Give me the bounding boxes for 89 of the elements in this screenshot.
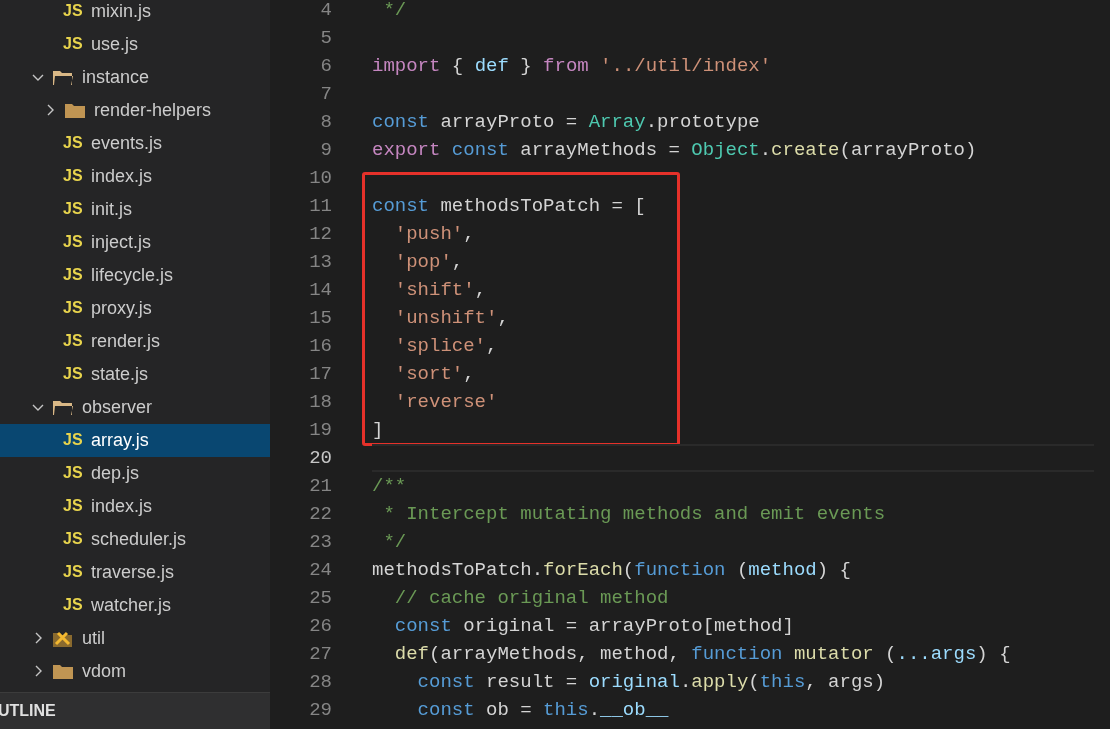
file-tree-item[interactable]: JS index.js [0, 490, 270, 523]
code-line: 'shift', [393, 279, 487, 301]
code-line: ] [372, 419, 384, 441]
line-number: 24 [308, 558, 332, 583]
code-line: // cache original method [393, 587, 669, 609]
line-number: 15 [308, 306, 332, 331]
file-tree-item[interactable]: JS scheduler.js [0, 523, 270, 556]
js-file-label: JS [63, 3, 83, 19]
line-number: 10 [308, 166, 332, 191]
js-file-label: JS [63, 333, 83, 349]
code-line: export const arrayMethods = Object.create(arrayProto) [372, 139, 977, 161]
line-number: 17 [308, 362, 332, 387]
js-file-label: JS [63, 201, 83, 217]
js-file-label: JS [63, 366, 83, 382]
line-number: 12 [308, 222, 332, 247]
code-line: import { def } from '../util/index' [372, 55, 772, 77]
code-line: methodsToPatch.forEach(function (method) { [372, 559, 851, 581]
folder-tree-item[interactable]: observer [0, 391, 270, 424]
line-number: 11 [308, 194, 332, 219]
line-number: 18 [308, 390, 332, 415]
js-file-label: JS [63, 498, 83, 514]
file-tree-item[interactable]: JS mixin.js [0, 0, 270, 28]
line-number: 27 [308, 642, 332, 667]
js-file-label: JS [63, 168, 83, 184]
code-line: const arrayProto = Array.prototype [372, 111, 760, 133]
js-file-label: JS [63, 135, 83, 151]
code-line: 'reverse' [393, 391, 498, 413]
folder-tree-item[interactable]: instance [0, 61, 270, 94]
code-line: 'sort', [393, 363, 475, 385]
folder-icon [52, 662, 74, 680]
file-tree-item[interactable]: JS lifecycle.js [0, 259, 270, 292]
folder-tree-item[interactable]: render-helpers [0, 94, 270, 127]
code-line: 'splice', [393, 335, 498, 357]
js-file-label: JS [63, 432, 83, 448]
js-file-label: JS [63, 267, 83, 283]
line-number: 21 [308, 474, 332, 499]
file-tree-item[interactable]: JS proxy.js [0, 292, 270, 325]
line-number: 26 [308, 614, 332, 639]
file-tree-item[interactable]: JS index.js [0, 160, 270, 193]
code-line: def(arrayMethods, method, function mutator (...args) { [393, 643, 1011, 665]
file-tree-item[interactable]: JS events.js [0, 127, 270, 160]
line-number: 23 [308, 530, 332, 555]
line-number: 5 [319, 26, 332, 51]
line-number: 13 [308, 250, 332, 275]
js-file-label: JS [63, 465, 83, 481]
code-line: 'unshift', [393, 307, 509, 329]
line-number: 20 [308, 446, 332, 471]
line-number: 7 [319, 82, 332, 107]
line-number: 14 [308, 278, 332, 303]
folder-tree-item[interactable]: vdom [0, 655, 270, 688]
line-number: 25 [308, 586, 332, 611]
file-tree-item[interactable]: JS watcher.js [0, 589, 270, 622]
code-line: */ [382, 0, 407, 21]
file-tree-item[interactable]: JS state.js [0, 358, 270, 391]
file-tree-item[interactable]: JS init.js [0, 193, 270, 226]
open-folder-icon [52, 398, 74, 416]
code-line: 'push', [393, 223, 475, 245]
file-tree-item[interactable]: JS use.js [0, 28, 270, 61]
code-line: 'pop', [393, 251, 464, 273]
folder-icon [64, 101, 86, 119]
js-file-label: JS [63, 531, 83, 547]
line-number: 29 [308, 698, 332, 723]
js-file-label: JS [63, 234, 83, 250]
line-number: 19 [308, 418, 332, 443]
line-number: 22 [308, 502, 332, 527]
file-tree-item[interactable]: JS dep.js [0, 457, 270, 490]
code-line: /** [372, 475, 407, 497]
code-line: * Intercept mutating methods and emit events [382, 503, 886, 525]
js-file-label: JS [63, 300, 83, 316]
file-tree-item[interactable]: JS traverse.js [0, 556, 270, 589]
file-tree-item[interactable]: JS render.js [0, 325, 270, 358]
line-number: 4 [319, 0, 332, 23]
folder-tree-item[interactable]: util [0, 622, 270, 655]
js-file-label: JS [63, 597, 83, 613]
line-number: 16 [308, 334, 332, 359]
code-line: const original = arrayProto[method] [393, 615, 794, 637]
line-number: 8 [319, 110, 332, 135]
open-folder-icon [52, 68, 74, 86]
js-file-label: JS [63, 564, 83, 580]
line-number: 6 [319, 54, 332, 79]
file-tree-item[interactable]: JS array.js [0, 424, 270, 457]
code-line: */ [382, 531, 407, 553]
code-line: const ob = this.__ob__ [416, 699, 669, 721]
line-number: 9 [319, 138, 332, 163]
line-number: 28 [308, 670, 332, 695]
code-line: const methodsToPatch = [ [372, 195, 646, 217]
js-file-label: JS [63, 36, 83, 52]
file-tree-item[interactable]: JS inject.js [0, 226, 270, 259]
code-line: const result = original.apply(this, args) [416, 671, 886, 693]
